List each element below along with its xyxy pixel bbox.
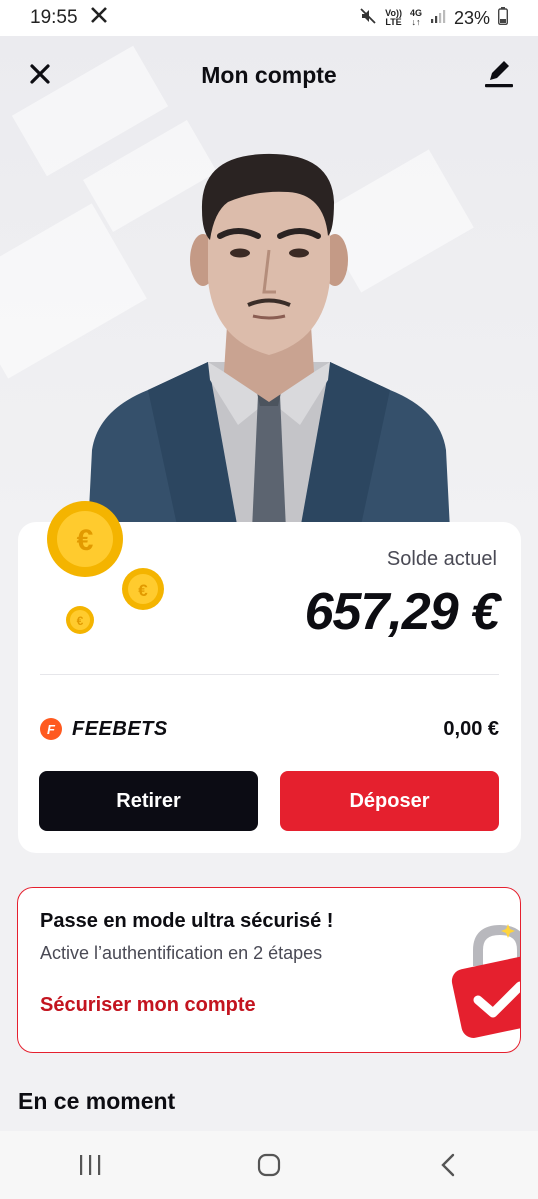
security-subtitle: Active l’authentification en 2 étapes <box>40 943 323 963</box>
recent-apps-icon <box>79 1155 100 1175</box>
balance-amount: 657,29 € <box>304 583 500 641</box>
battery-percent: 23% <box>453 7 490 28</box>
secure-account-link[interactable]: Sécuriser mon compte <box>40 994 256 1017</box>
svg-text:€: € <box>77 614 84 628</box>
svg-text:€: € <box>77 524 94 557</box>
volte-bottom: LTE <box>385 17 402 27</box>
coins-icon: € € € <box>47 501 164 634</box>
status-bar: 19:55 Vo)) LTE 4G ↓↑ 23% <box>0 0 538 36</box>
padlock-icon <box>451 924 520 1038</box>
balance-label: Solde actuel <box>386 548 497 570</box>
edit-icon <box>485 61 513 88</box>
deposit-button[interactable]: Déposer <box>280 771 499 831</box>
svg-text:€: € <box>138 581 148 600</box>
data-indicator: 4G ↓↑ <box>410 9 422 27</box>
feebets-logo-icon: F <box>40 718 62 740</box>
close-icon <box>30 64 50 84</box>
x-logo-icon <box>90 6 108 30</box>
user-avatar <box>88 150 450 530</box>
battery-icon <box>497 6 509 30</box>
volte-indicator: Vo)) LTE <box>385 9 402 27</box>
divider <box>40 674 499 675</box>
home-icon <box>257 1153 281 1177</box>
security-promo-card[interactable]: Passe en mode ultra sécurisé ! Active l’… <box>17 887 521 1053</box>
data-arrows: ↓↑ <box>411 17 421 27</box>
balance-card: € € € Solde actuel 657,29 € F FEEBETS 0,… <box>18 501 521 853</box>
edit-profile-button[interactable] <box>482 56 516 90</box>
section-title: En ce moment <box>18 1088 176 1114</box>
feebets-label: FEEBETS <box>72 717 168 740</box>
feebets-row: F FEEBETS 0,00 € <box>40 714 499 744</box>
back-icon <box>441 1153 455 1177</box>
feebets-amount: 0,00 € <box>443 717 499 740</box>
close-button[interactable] <box>26 60 54 88</box>
signal-icon <box>430 8 446 29</box>
status-time: 19:55 <box>30 7 78 28</box>
app-header: Mon compte <box>0 36 538 114</box>
back-button[interactable] <box>418 1143 478 1187</box>
security-title: Passe en mode ultra sécurisé ! <box>40 910 334 932</box>
page-title: Mon compte <box>201 61 337 88</box>
account-screen: 19:55 Vo)) LTE 4G ↓↑ 23% Mon compte € € … <box>0 0 538 1199</box>
mute-icon <box>359 7 377 30</box>
home-button[interactable] <box>239 1143 299 1187</box>
withdraw-button[interactable]: Retirer <box>39 771 258 831</box>
system-nav-bar <box>0 1131 538 1199</box>
recent-apps-button[interactable] <box>60 1143 120 1187</box>
